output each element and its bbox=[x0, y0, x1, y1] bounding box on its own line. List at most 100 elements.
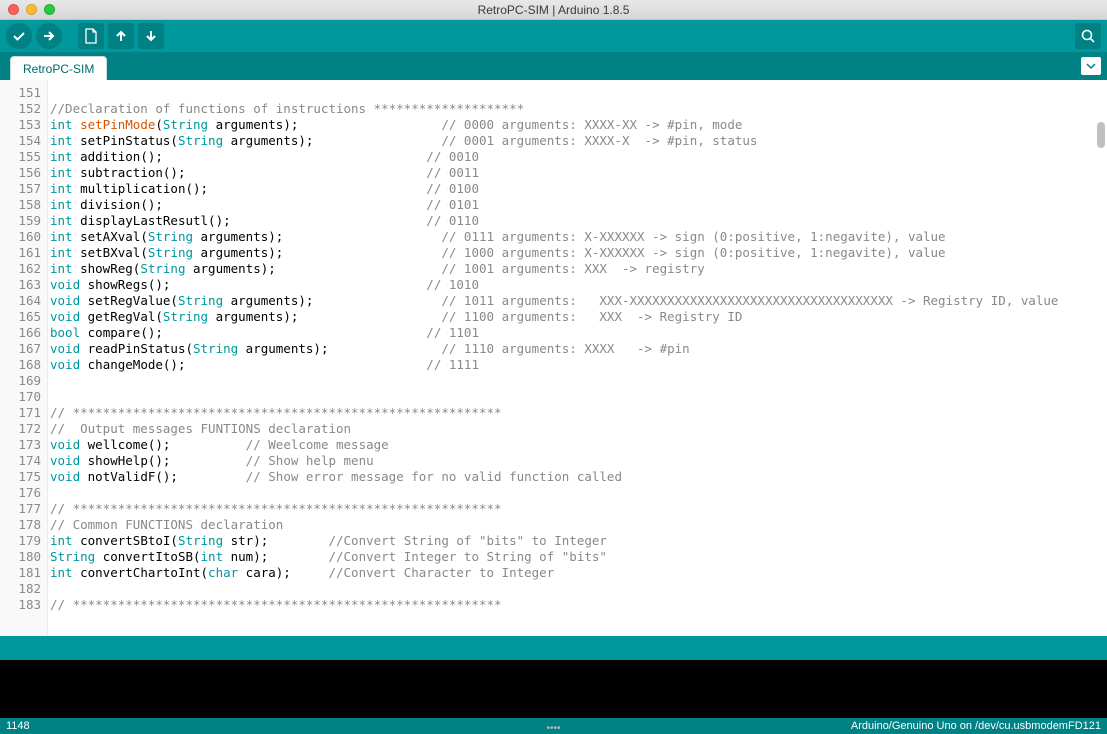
close-window-button[interactable] bbox=[8, 4, 19, 15]
code-line[interactable]: int multiplication(); // 0100 bbox=[50, 181, 1107, 197]
serial-monitor-button[interactable] bbox=[1075, 23, 1101, 49]
file-icon bbox=[84, 28, 98, 44]
code-line[interactable]: int division(); // 0101 bbox=[50, 197, 1107, 213]
window-controls bbox=[8, 4, 55, 15]
line-number: 178 bbox=[0, 517, 41, 533]
code-line[interactable]: void setRegValue(String arguments); // 1… bbox=[50, 293, 1107, 309]
zoom-window-button[interactable] bbox=[44, 4, 55, 15]
line-number: 169 bbox=[0, 373, 41, 389]
line-number: 168 bbox=[0, 357, 41, 373]
window-title: RetroPC-SIM | Arduino 1.8.5 bbox=[478, 3, 630, 17]
arrow-right-icon bbox=[41, 28, 57, 44]
code-line[interactable]: // Output messages FUNTIONS declaration bbox=[50, 421, 1107, 437]
line-number: 173 bbox=[0, 437, 41, 453]
vertical-scrollbar[interactable] bbox=[1097, 82, 1105, 634]
code-line[interactable] bbox=[50, 389, 1107, 405]
line-number: 183 bbox=[0, 597, 41, 613]
window-titlebar: RetroPC-SIM | Arduino 1.8.5 bbox=[0, 0, 1107, 20]
open-sketch-button[interactable] bbox=[108, 23, 134, 49]
line-number: 182 bbox=[0, 581, 41, 597]
sketch-tab-label: RetroPC-SIM bbox=[23, 62, 94, 76]
code-line[interactable]: int convertChartoInt(char cara); //Conve… bbox=[50, 565, 1107, 581]
scrollbar-thumb[interactable] bbox=[1097, 122, 1105, 148]
code-line[interactable]: int addition(); // 0010 bbox=[50, 149, 1107, 165]
sketch-tab[interactable]: RetroPC-SIM bbox=[10, 56, 107, 80]
code-line[interactable] bbox=[50, 85, 1107, 101]
code-line[interactable]: void changeMode(); // 1111 bbox=[50, 357, 1107, 373]
line-number: 151 bbox=[0, 85, 41, 101]
line-number: 181 bbox=[0, 565, 41, 581]
code-line[interactable]: int convertSBtoI(String str); //Convert … bbox=[50, 533, 1107, 549]
line-number: 160 bbox=[0, 229, 41, 245]
line-number: 153 bbox=[0, 117, 41, 133]
code-line[interactable]: void wellcome(); // Weelcome message bbox=[50, 437, 1107, 453]
upload-button[interactable] bbox=[36, 23, 62, 49]
new-sketch-button[interactable] bbox=[78, 23, 104, 49]
chevron-down-icon bbox=[1086, 63, 1096, 69]
line-number: 155 bbox=[0, 149, 41, 165]
code-line[interactable]: void getRegVal(String arguments); // 110… bbox=[50, 309, 1107, 325]
arrow-down-icon bbox=[143, 28, 159, 44]
line-number: 170 bbox=[0, 389, 41, 405]
line-number: 166 bbox=[0, 325, 41, 341]
arrow-up-icon bbox=[113, 28, 129, 44]
status-strip: •••• bbox=[0, 636, 1107, 660]
minimize-window-button[interactable] bbox=[26, 4, 37, 15]
save-sketch-button[interactable] bbox=[138, 23, 164, 49]
code-line[interactable]: bool compare(); // 1101 bbox=[50, 325, 1107, 341]
line-number: 162 bbox=[0, 261, 41, 277]
line-number: 174 bbox=[0, 453, 41, 469]
tab-menu-button[interactable] bbox=[1081, 57, 1101, 75]
code-line[interactable]: String convertItoSB(int num); //Convert … bbox=[50, 549, 1107, 565]
code-line[interactable]: int subtraction(); // 0011 bbox=[50, 165, 1107, 181]
line-number: 152 bbox=[0, 101, 41, 117]
line-number-gutter: 1511521531541551561571581591601611621631… bbox=[0, 80, 48, 636]
serial-monitor-icon bbox=[1080, 28, 1096, 44]
code-line[interactable]: int setBXval(String arguments); // 1000 … bbox=[50, 245, 1107, 261]
code-area[interactable]: //Declaration of functions of instructio… bbox=[48, 80, 1107, 636]
line-number: 156 bbox=[0, 165, 41, 181]
line-number: 159 bbox=[0, 213, 41, 229]
code-line[interactable]: void notValidF(); // Show error message … bbox=[50, 469, 1107, 485]
line-number: 175 bbox=[0, 469, 41, 485]
output-console[interactable] bbox=[0, 660, 1107, 718]
code-line[interactable]: void readPinStatus(String arguments); //… bbox=[50, 341, 1107, 357]
line-number: 165 bbox=[0, 309, 41, 325]
code-editor[interactable]: 1511521531541551561571581591601611621631… bbox=[0, 80, 1107, 636]
code-line[interactable]: int setAXval(String arguments); // 0111 … bbox=[50, 229, 1107, 245]
code-line[interactable]: //Declaration of functions of instructio… bbox=[50, 101, 1107, 117]
line-number: 163 bbox=[0, 277, 41, 293]
code-line[interactable]: void showHelp(); // Show help menu bbox=[50, 453, 1107, 469]
line-number: 176 bbox=[0, 485, 41, 501]
line-number: 164 bbox=[0, 293, 41, 309]
board-port-indicator: Arduino/Genuino Uno on /dev/cu.usbmodemF… bbox=[851, 720, 1101, 732]
code-line[interactable]: // Common FUNCTIONS declaration bbox=[50, 517, 1107, 533]
code-line[interactable] bbox=[50, 485, 1107, 501]
code-line[interactable]: int showReg(String arguments); // 1001 a… bbox=[50, 261, 1107, 277]
line-number: 154 bbox=[0, 133, 41, 149]
line-number: 158 bbox=[0, 197, 41, 213]
line-number: 171 bbox=[0, 405, 41, 421]
code-line[interactable] bbox=[50, 373, 1107, 389]
toolbar bbox=[0, 20, 1107, 52]
tab-bar: RetroPC-SIM bbox=[0, 52, 1107, 80]
verify-button[interactable] bbox=[6, 23, 32, 49]
code-line[interactable]: int setPinStatus(String arguments); // 0… bbox=[50, 133, 1107, 149]
line-indicator: 1148 bbox=[6, 720, 30, 732]
code-line[interactable]: // *************************************… bbox=[50, 597, 1107, 613]
code-line[interactable]: void showRegs(); // 1010 bbox=[50, 277, 1107, 293]
code-line[interactable]: int displayLastResutl(); // 0110 bbox=[50, 213, 1107, 229]
line-number: 157 bbox=[0, 181, 41, 197]
line-number: 167 bbox=[0, 341, 41, 357]
line-number: 161 bbox=[0, 245, 41, 261]
resize-grip[interactable]: •••• bbox=[546, 723, 560, 734]
line-number: 172 bbox=[0, 421, 41, 437]
code-line[interactable]: // *************************************… bbox=[50, 501, 1107, 517]
code-line[interactable]: // *************************************… bbox=[50, 405, 1107, 421]
line-number: 179 bbox=[0, 533, 41, 549]
line-number: 180 bbox=[0, 549, 41, 565]
check-icon bbox=[11, 28, 27, 44]
code-line[interactable] bbox=[50, 581, 1107, 597]
line-number: 177 bbox=[0, 501, 41, 517]
code-line[interactable]: int setPinMode(String arguments); // 000… bbox=[50, 117, 1107, 133]
